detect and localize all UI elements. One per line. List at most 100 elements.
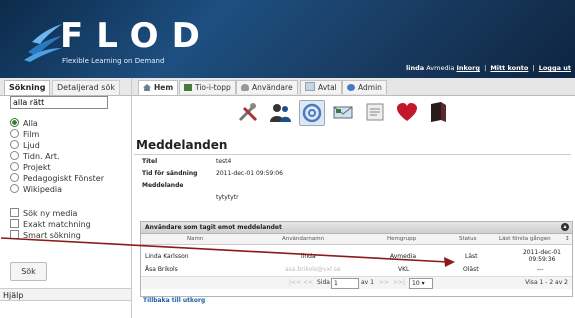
cell-name: Åsa Brikols (145, 266, 178, 273)
radio-icon[interactable] (10, 184, 19, 193)
cell-first-read: --- (537, 266, 544, 273)
next-page-button[interactable]: >> (379, 279, 389, 286)
recipients-header: Användare som tagit emot meddelandet ▴ (141, 222, 572, 234)
toolbar (132, 96, 575, 130)
col-name[interactable]: Namn (187, 236, 203, 242)
first-page-button[interactable]: |<< (289, 279, 301, 286)
heart-icon[interactable] (395, 100, 419, 124)
page-title: Meddelanden (136, 138, 228, 152)
tab-detailed-search[interactable]: Detaljerad sök (52, 80, 120, 95)
filter-label: Wikipedia (23, 185, 63, 194)
col-group[interactable]: Hemgrupp (387, 236, 416, 242)
home-icon (143, 84, 151, 91)
message-label: Meddelande (142, 182, 184, 189)
radio-icon[interactable] (10, 173, 19, 182)
option-label: Smart sökning (23, 231, 81, 240)
col-status[interactable]: Status (459, 236, 477, 242)
school-name: Avmedia (426, 64, 455, 72)
cell-group: Avmedia (390, 253, 416, 260)
tools-icon[interactable] (236, 100, 260, 124)
mail-icon[interactable] (331, 100, 355, 124)
option-exact-match[interactable]: Exakt matchning (10, 219, 91, 230)
tab-label: Hem (154, 83, 174, 92)
checkbox-icon[interactable] (10, 208, 19, 217)
col-username[interactable]: Användarnamn (282, 236, 324, 242)
radio-icon[interactable] (10, 151, 19, 160)
option-smart-search[interactable]: Smart sökning (10, 230, 81, 241)
filter-project[interactable]: Projekt (10, 162, 51, 173)
filter-label: Pedagogiskt Fönster (23, 174, 104, 183)
username: linda (406, 64, 425, 72)
logout-link[interactable]: Logga ut (539, 64, 571, 72)
radio-icon[interactable] (10, 129, 19, 138)
separator: | (532, 64, 535, 72)
radio-icon[interactable] (10, 118, 19, 127)
filter-film[interactable]: Film (10, 129, 39, 140)
back-to-outbox-link[interactable]: Tillbaka till utkorg (143, 297, 205, 304)
radio-icon[interactable] (10, 162, 19, 171)
cell-status: Oläst (463, 266, 479, 273)
filter-pedagogic[interactable]: Pedagogiskt Fönster (10, 173, 104, 184)
mail-at-icon[interactable] (299, 100, 325, 126)
page-label: Sida (317, 279, 330, 286)
filter-label: Tidn. Art. (23, 152, 60, 161)
cell-name: Linda Karlsson (145, 253, 189, 260)
pager: |<< << Sida 1 av 1 >> >>| 10 ▾ Visa 1 - … (141, 276, 572, 289)
book-icon[interactable] (426, 100, 450, 124)
filter-newspaper[interactable]: Tidn. Art. (10, 151, 60, 162)
search-button[interactable]: Sök (10, 262, 47, 281)
filter-all[interactable]: Alla (10, 118, 38, 129)
filter-label: Ljud (23, 141, 40, 150)
tags-icon[interactable] (363, 100, 387, 124)
chevron-down-icon: ▾ (421, 280, 425, 287)
document-icon (305, 82, 315, 91)
cell-first-read: 2011-dec-01 09:59:36 (522, 249, 562, 263)
filter-label: Film (23, 130, 40, 139)
title-value: test4 (216, 158, 232, 165)
inbox-link[interactable]: Inkorg (456, 64, 480, 72)
top-links: linda Avmedia Inkorg | Mitt konto | Logg… (406, 64, 571, 72)
checkbox-icon[interactable] (10, 230, 19, 239)
checkbox-icon[interactable] (10, 219, 19, 228)
table-header: Namn Användarnamn Hemgrupp Status Läst f… (141, 234, 572, 245)
search-input[interactable]: alla rätt (10, 96, 108, 109)
radio-icon[interactable] (10, 140, 19, 149)
filter-audio[interactable]: Ljud (10, 140, 40, 151)
user-icon (241, 84, 249, 91)
tab-users[interactable]: Användare (236, 80, 298, 94)
page-size-select[interactable]: 10 ▾ (409, 278, 433, 289)
message-body: tytytytr (216, 194, 239, 201)
prev-page-button[interactable]: << (303, 279, 313, 286)
option-new-media[interactable]: Sök ny media (10, 208, 77, 219)
filter-label: Alla (23, 119, 38, 128)
divider (134, 154, 571, 155)
sidebar: Sökning Detaljerad sök alla rätt Alla Fi… (0, 78, 132, 318)
collapse-icon[interactable]: ▴ (561, 223, 569, 231)
sent-time-label: Tid för sändning (142, 170, 198, 177)
last-page-button[interactable]: >>| (393, 279, 405, 286)
filter-wikipedia[interactable]: Wikipedia (10, 184, 62, 195)
main-tabs: Hem Tio-i-topp Användare Avtal Admin (132, 78, 575, 96)
pager-summary: Visa 1 - 2 av 2 (525, 279, 568, 286)
page-input[interactable]: 1 (331, 278, 359, 289)
tab-home[interactable]: Hem (138, 80, 179, 95)
users-icon[interactable] (268, 100, 292, 124)
tab-label: Tio-i-topp (195, 83, 231, 92)
help-link[interactable]: Hjälp (0, 288, 131, 301)
my-account-link[interactable]: Mitt konto (490, 64, 528, 72)
option-label: Sök ny media (23, 209, 78, 218)
tab-search[interactable]: Sökning (4, 80, 51, 95)
page-of-label: av 1 (361, 279, 374, 286)
recipients-panel: Användare som tagit emot meddelandet ▴ N… (140, 221, 573, 297)
tab-agreements[interactable]: Avtal (300, 80, 342, 94)
cell-status: Läst (465, 253, 478, 260)
option-label: Exakt matchning (23, 220, 91, 229)
page-size-value: 10 (412, 280, 420, 287)
col-first-read[interactable]: Läst första gången (499, 236, 551, 242)
tab-top-ten[interactable]: Tio-i-topp (179, 80, 236, 94)
gear-icon (347, 84, 355, 91)
sent-time-value: 2011-dec-01 09:59:06 (216, 170, 283, 177)
tab-admin[interactable]: Admin (342, 80, 387, 94)
sort-icon[interactable]: ↕ (565, 236, 570, 242)
title-label: Titel (142, 158, 158, 165)
